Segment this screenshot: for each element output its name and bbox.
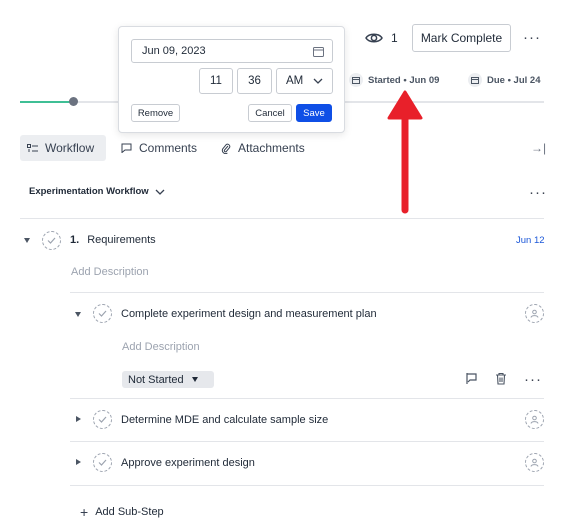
- annotation-arrow-icon: [387, 90, 423, 214]
